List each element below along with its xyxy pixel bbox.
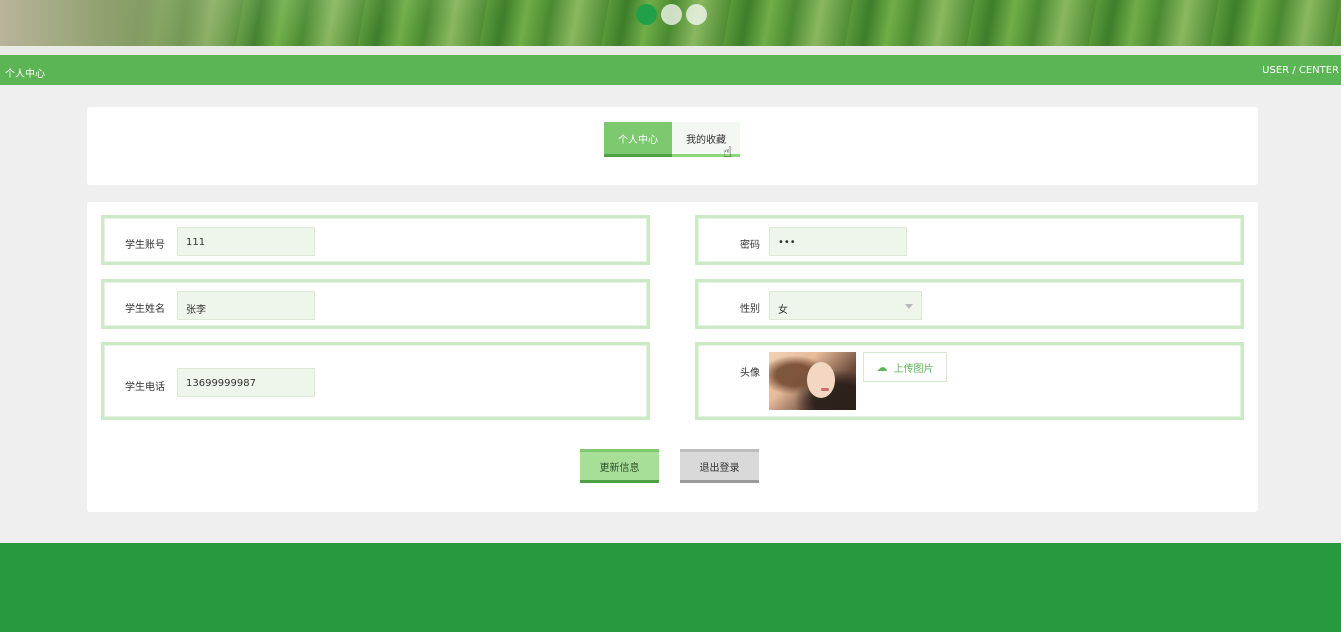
upload-label: 上传图片 bbox=[893, 363, 934, 375]
phone-input[interactable]: 13699999987 bbox=[177, 368, 315, 397]
phone-field: 学生电话 13699999987 bbox=[101, 342, 650, 420]
gender-value: 女 bbox=[778, 305, 788, 316]
tab-user-center[interactable]: 个人中心 bbox=[604, 122, 672, 157]
name-input[interactable]: 张李 bbox=[177, 291, 315, 320]
account-input[interactable]: 111 bbox=[177, 227, 315, 256]
banner-image-left bbox=[0, 0, 260, 46]
password-field: 密码 ••• bbox=[695, 215, 1244, 265]
phone-label: 学生电话 bbox=[125, 382, 165, 393]
carousel-dot-3[interactable] bbox=[686, 4, 707, 25]
password-label: 密码 bbox=[740, 240, 760, 251]
upload-image-button[interactable]: ☁ 上传图片 bbox=[863, 352, 947, 382]
footer bbox=[0, 543, 1341, 632]
section-subtitle: USER / CENTER bbox=[1262, 65, 1339, 76]
profile-form: 学生账号 111 密码 ••• 学生姓名 张李 性别 女 学生电话 136999… bbox=[87, 202, 1258, 512]
gender-label: 性别 bbox=[740, 304, 760, 315]
avatar-image bbox=[769, 352, 856, 410]
avatar-field: 头像 ☁ 上传图片 bbox=[695, 342, 1244, 420]
banner-bottom-strip bbox=[0, 46, 1341, 54]
password-input[interactable]: ••• bbox=[769, 227, 907, 256]
gender-field: 性别 女 bbox=[695, 279, 1244, 329]
pointer-cursor-icon: ☝ bbox=[723, 143, 733, 161]
logout-button[interactable]: 退出登录 bbox=[680, 449, 759, 483]
carousel-dots bbox=[636, 4, 707, 25]
name-label: 学生姓名 bbox=[125, 304, 165, 315]
carousel-dot-2[interactable] bbox=[661, 4, 682, 25]
chevron-down-icon bbox=[905, 304, 913, 309]
avatar-face bbox=[807, 362, 835, 398]
tabs-card: 个人中心 我的收藏 ☝ bbox=[87, 107, 1258, 185]
hero-banner bbox=[0, 0, 1341, 46]
section-title: 个人中心 bbox=[5, 69, 45, 80]
carousel-dot-1[interactable] bbox=[636, 4, 657, 25]
name-field: 学生姓名 张李 bbox=[101, 279, 650, 329]
account-field: 学生账号 111 bbox=[101, 215, 650, 265]
avatar-label: 头像 bbox=[740, 368, 760, 379]
account-label: 学生账号 bbox=[125, 240, 165, 251]
gender-select[interactable]: 女 bbox=[769, 291, 922, 320]
update-info-button[interactable]: 更新信息 bbox=[580, 449, 659, 483]
section-title-bar: 个人中心 USER / CENTER bbox=[0, 55, 1341, 85]
upload-cloud-icon: ☁ bbox=[876, 360, 888, 374]
avatar-lips bbox=[821, 388, 829, 391]
